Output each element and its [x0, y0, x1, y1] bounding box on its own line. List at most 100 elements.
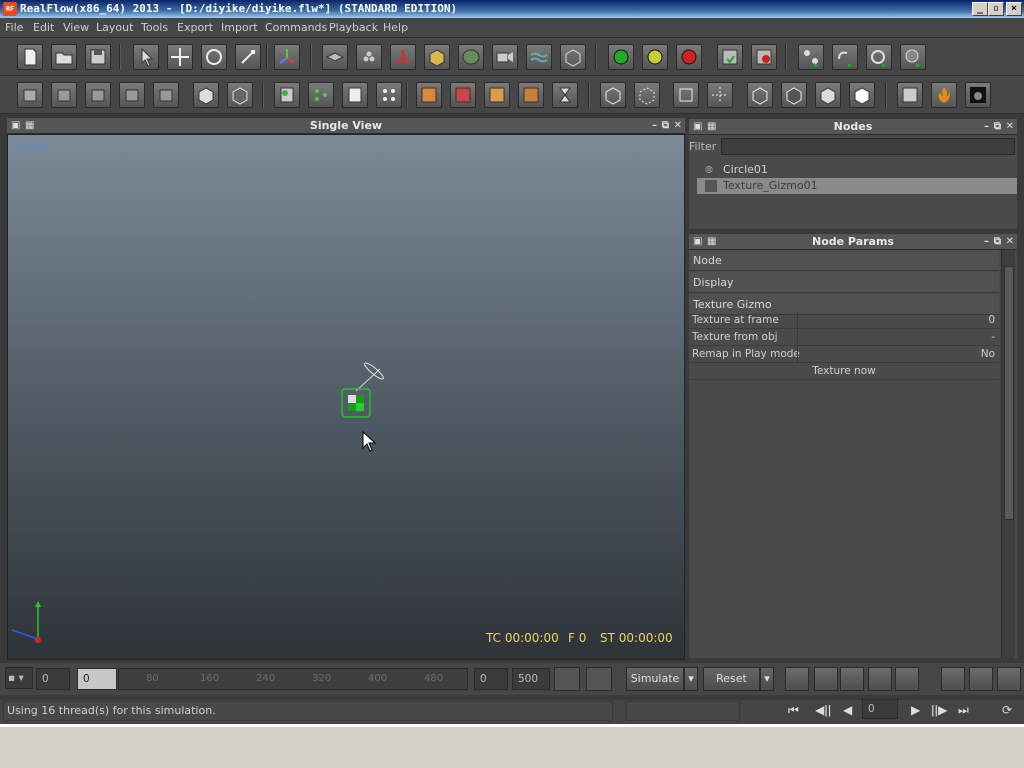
select-arrow-icon[interactable] — [133, 44, 159, 70]
maximize-button[interactable]: ▫ — [988, 2, 1004, 16]
gear-spark-icon[interactable] — [868, 667, 892, 691]
shade-wire-icon[interactable] — [747, 82, 773, 108]
render-preview-icon[interactable] — [965, 82, 991, 108]
scene-graph-icon[interactable] — [798, 44, 824, 70]
section-display[interactable]: Display — [689, 272, 999, 293]
loop-playback-icon[interactable]: ⟳ — [1002, 703, 1012, 717]
range-end-field[interactable]: 500 — [512, 668, 550, 690]
param-value[interactable]: No — [981, 346, 995, 363]
save-icon[interactable] — [85, 44, 111, 70]
dots-icon[interactable] — [376, 82, 402, 108]
panel-minimize-icon[interactable]: – — [984, 234, 989, 250]
view-spark-icon[interactable] — [707, 82, 733, 108]
panel-float-icon[interactable]: ⧉ — [662, 118, 669, 134]
open-folder-icon[interactable] — [51, 44, 77, 70]
play-forward-step-icon[interactable]: ǀǀ▶ — [931, 703, 947, 717]
play-reverse-icon[interactable]: ◀ — [843, 703, 852, 717]
script-icon[interactable] — [274, 82, 300, 108]
axis-icon[interactable] — [274, 44, 300, 70]
param-value[interactable]: 0 — [988, 312, 995, 329]
shade-flat-icon[interactable] — [781, 82, 807, 108]
panel-grid-icon[interactable]: ▦ — [25, 118, 34, 134]
eye-icon[interactable] — [840, 667, 864, 691]
panel-float-icon[interactable]: ⧉ — [994, 234, 1001, 250]
timer-icon[interactable] — [866, 44, 892, 70]
viewport-3d[interactable]: persp TC 00:00:00 F 0 ST 00:00:00 — [7, 134, 685, 660]
menu-export[interactable]: Export — [177, 21, 213, 34]
texture-orange-icon[interactable] — [416, 82, 442, 108]
yellow-light-icon[interactable] — [642, 44, 668, 70]
panel-close-icon[interactable]: ✕ — [1006, 119, 1014, 135]
link-node-icon[interactable] — [119, 82, 145, 108]
scale-icon[interactable] — [235, 44, 261, 70]
playback-frame-field[interactable]: 0 — [862, 699, 898, 719]
check-node-icon[interactable] — [85, 82, 111, 108]
section-node[interactable]: Node — [689, 250, 999, 271]
panel-float-icon[interactable]: ⧉ — [994, 119, 1001, 135]
cube-icon[interactable] — [424, 44, 450, 70]
green-light-icon[interactable] — [608, 44, 634, 70]
wave-icon[interactable] — [526, 44, 552, 70]
add-node-icon[interactable] — [51, 82, 77, 108]
node-item-texture-gizmo01[interactable]: Texture_Gizmo01 — [697, 178, 1017, 194]
texture-crack-icon[interactable] — [484, 82, 510, 108]
filter-input[interactable] — [721, 138, 1015, 155]
key-next-icon[interactable] — [586, 667, 612, 691]
menu-import[interactable]: Import — [221, 21, 258, 34]
render-settings-icon[interactable] — [897, 82, 923, 108]
export-save-red-icon[interactable] — [751, 44, 777, 70]
unlink-node-icon[interactable] — [153, 82, 179, 108]
menu-layout[interactable]: Layout — [96, 21, 133, 34]
panel-grip-icon[interactable]: ▣ — [693, 119, 702, 135]
daemon-icon[interactable] — [390, 44, 416, 70]
panel-close-icon[interactable]: ✕ — [1006, 234, 1014, 250]
layer-icon[interactable] — [17, 82, 43, 108]
graph-editor-icon[interactable] — [814, 667, 838, 691]
go-start-icon[interactable]: ⏮ — [788, 703, 799, 718]
minimize-button[interactable]: _ — [972, 2, 988, 16]
menu-playback[interactable]: Playback — [329, 21, 378, 34]
node-item-circle01[interactable]: ⦾ Circle01 — [697, 162, 1017, 178]
menu-commands[interactable]: Commands — [265, 21, 327, 34]
view-cube-icon[interactable] — [600, 82, 626, 108]
param-texture-at-frame[interactable]: Texture at frame 0 — [689, 312, 999, 329]
param-remap-in-play-mode[interactable]: Remap in Play mode No — [689, 346, 999, 363]
param-texture-from-obj[interactable]: Texture from obj - — [689, 329, 999, 346]
texture-red-icon[interactable] — [450, 82, 476, 108]
box-wire-icon[interactable] — [193, 82, 219, 108]
timeline-menu-dropdown[interactable]: ▪ ▾ — [5, 667, 33, 689]
menu-help[interactable]: Help — [383, 21, 408, 34]
new-file-icon[interactable] — [17, 44, 43, 70]
wrench-icon[interactable] — [997, 667, 1021, 691]
red-light-icon[interactable] — [676, 44, 702, 70]
move-icon[interactable] — [167, 44, 193, 70]
batch-icon[interactable] — [308, 82, 334, 108]
panel-close-icon[interactable]: ✕ — [674, 118, 682, 134]
current-frame-field[interactable]: 0 — [77, 668, 117, 690]
cache-icon[interactable] — [785, 667, 809, 691]
panel-minimize-icon[interactable]: – — [652, 118, 657, 134]
camera-icon[interactable] — [492, 44, 518, 70]
reset-dropdown-icon[interactable]: ▾ — [760, 667, 774, 691]
notes-icon[interactable] — [342, 82, 368, 108]
menu-view[interactable]: View — [63, 21, 89, 34]
close-button[interactable]: × — [1006, 2, 1022, 16]
loop-icon[interactable] — [832, 44, 858, 70]
texture-now-button[interactable]: Texture now — [689, 363, 999, 380]
view-frame-icon[interactable] — [673, 82, 699, 108]
simulate-dropdown-icon[interactable]: ▾ — [684, 667, 698, 691]
params-scrollbar[interactable] — [1001, 250, 1015, 658]
box-dark-icon[interactable] — [227, 82, 253, 108]
play-reverse-step-icon[interactable]: ◀ǀǀ — [815, 703, 831, 717]
play-forward-icon[interactable]: ▶ — [911, 703, 920, 717]
hourglass-icon[interactable] — [552, 82, 578, 108]
texture-gizmo-object[interactable] — [328, 355, 408, 435]
key-prev-icon[interactable] — [554, 667, 580, 691]
object-icon[interactable] — [322, 44, 348, 70]
rotate-icon[interactable] — [201, 44, 227, 70]
reset-button[interactable]: Reset — [703, 667, 760, 691]
scrollbar-thumb[interactable] — [1004, 266, 1014, 520]
view-burst-icon[interactable] — [634, 82, 660, 108]
panel-grip-icon[interactable]: ▣ — [693, 234, 702, 250]
menu-edit[interactable]: Edit — [33, 21, 54, 34]
